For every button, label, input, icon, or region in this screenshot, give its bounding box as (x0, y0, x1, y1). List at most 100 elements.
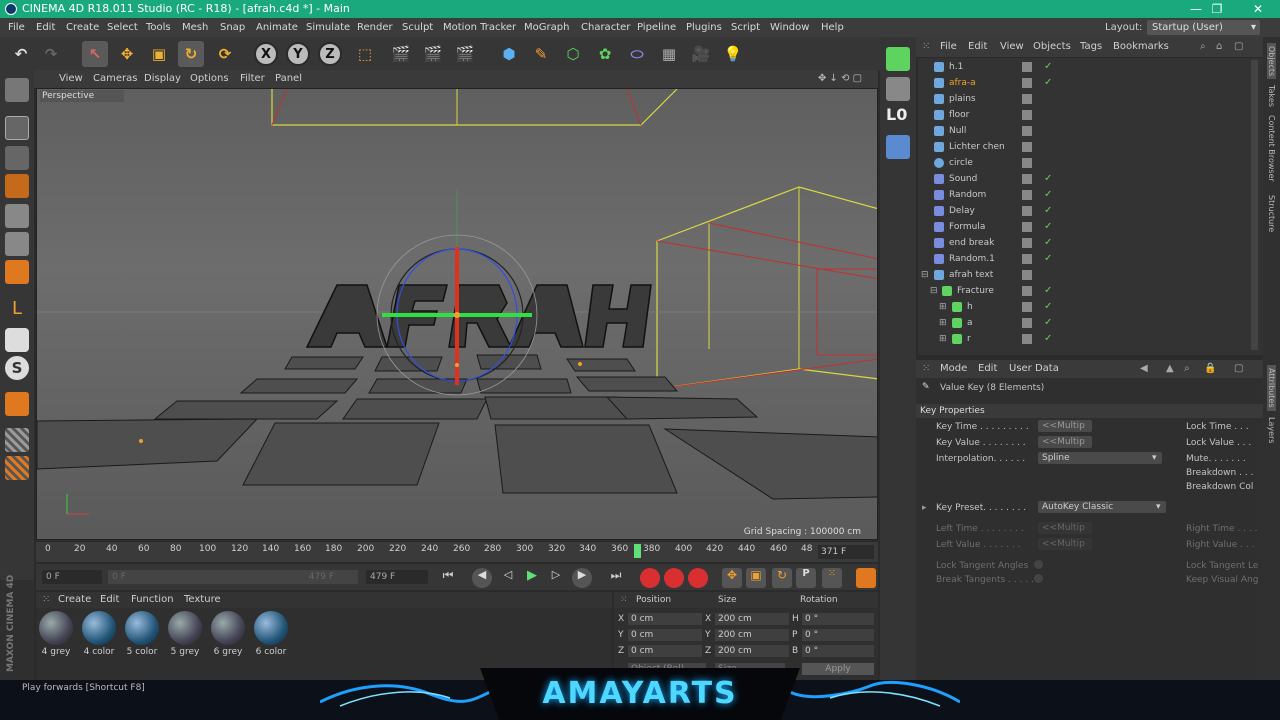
visibility-tag-icon[interactable] (1022, 222, 1032, 232)
visibility-tag-icon[interactable] (1022, 206, 1032, 216)
left-time-field[interactable]: <<Multip (1038, 522, 1092, 534)
record-position-icon[interactable]: ✥ (722, 568, 742, 588)
search-icon[interactable]: ⌕ (1184, 360, 1190, 378)
record-active-objects-icon[interactable] (640, 568, 660, 588)
object-menu-view[interactable]: View (1000, 37, 1024, 57)
enabled-check-icon[interactable]: ✓ (1044, 331, 1052, 347)
object-row[interactable]: end break ✓ (918, 235, 1248, 251)
key-properties-section[interactable]: Key Properties (916, 404, 1263, 418)
expand-icon[interactable]: ⊞ (939, 331, 947, 347)
expand-icon[interactable]: ⊞ (939, 315, 947, 331)
key-value-field[interactable]: <<Multip (1038, 436, 1092, 448)
enabled-check-icon[interactable]: ✓ (1044, 315, 1052, 331)
layout-select[interactable]: Startup (User) (1147, 20, 1260, 35)
object-row[interactable]: afra-a ✓ (918, 75, 1248, 91)
go-to-end-icon[interactable]: ⏭ (606, 568, 626, 588)
visibility-tag-icon[interactable] (1022, 334, 1032, 344)
visibility-tag-icon[interactable] (1022, 254, 1032, 264)
cube-icon[interactable]: ⬢ (496, 41, 522, 67)
pen-icon[interactable]: ✎ (528, 41, 554, 67)
visibility-tag-icon[interactable] (1022, 238, 1032, 248)
material-swatch[interactable]: 6 grey (208, 611, 248, 661)
object-menu-tags[interactable]: Tags (1080, 37, 1102, 57)
collapse-icon[interactable]: ⊟ (930, 283, 938, 299)
rotation-p-field[interactable]: 0 ° (802, 629, 874, 641)
object-menu-bookmarks[interactable]: Bookmarks (1113, 37, 1169, 57)
viewport-menu-options[interactable]: Options (190, 70, 229, 88)
object-row[interactable]: ⊟ afrah text (918, 267, 1248, 283)
enabled-check-icon[interactable]: ✓ (1044, 283, 1052, 299)
panel-grip-icon[interactable]: ⁙ (922, 360, 930, 378)
record-point-level-icon[interactable]: ⁙ (822, 568, 842, 588)
back-arrow-icon[interactable]: ◀ (1140, 360, 1148, 378)
record-scale-icon[interactable]: ▣ (746, 568, 766, 588)
menu-select[interactable]: Select (107, 18, 138, 37)
size-y-field[interactable]: 200 cm (715, 629, 789, 641)
search-icon[interactable]: ⌕ (1200, 37, 1206, 57)
model-mode-icon[interactable] (5, 116, 29, 140)
visibility-tag-icon[interactable] (1022, 94, 1032, 104)
menu-create[interactable]: Create (66, 18, 99, 37)
viewport-nav-move-icon[interactable]: ✥ ↓ ⟲ ▢ (818, 70, 862, 88)
tab-content-browser[interactable]: Content Browser (1267, 115, 1276, 182)
enabled-check-icon[interactable]: ✓ (1044, 299, 1052, 315)
viewport-menu-panel[interactable]: Panel (275, 70, 302, 88)
layer-lo-icon[interactable]: L0 (886, 105, 910, 129)
y-axis-button[interactable]: Y (286, 42, 310, 66)
viewport-menu-view[interactable]: View (59, 70, 83, 88)
workplane-mode-icon[interactable] (5, 174, 29, 198)
visibility-tag-icon[interactable] (1022, 190, 1032, 200)
interpolation-select[interactable]: Spline (1038, 452, 1162, 464)
frame-range-slider[interactable]: 0 F 479 F (108, 570, 358, 584)
size-x-field[interactable]: 200 cm (715, 613, 789, 625)
menu-mesh[interactable]: Mesh (182, 18, 208, 37)
new-window-icon[interactable]: ▢ (1234, 37, 1243, 57)
menu-plugins[interactable]: Plugins (686, 18, 722, 37)
recent-tools-icon[interactable]: ⟳ (212, 41, 238, 67)
scale-icon[interactable]: ▣ (146, 41, 172, 67)
enabled-check-icon[interactable]: ✓ (1044, 59, 1052, 75)
menu-motion-tracker[interactable]: Motion Tracker (443, 18, 516, 37)
render-picture-viewer-icon[interactable]: 🎬 (420, 41, 446, 67)
material-swatch[interactable]: 4 grey (36, 611, 76, 661)
visibility-tag-icon[interactable] (1022, 142, 1032, 152)
menu-mograph[interactable]: MoGraph (524, 18, 569, 37)
key-preset-select[interactable]: AutoKey Classic (1038, 501, 1166, 513)
object-row[interactable]: Sound ✓ (918, 171, 1248, 187)
menu-animate[interactable]: Animate (256, 18, 298, 37)
record-rotation-icon[interactable]: ↻ (772, 568, 792, 588)
live-selection-icon[interactable]: ↖ (82, 41, 108, 67)
object-row[interactable]: ⊞ r ✓ (918, 331, 1248, 347)
locked-workplane-icon[interactable] (5, 456, 29, 480)
object-row[interactable]: plains (918, 91, 1248, 107)
undo-icon[interactable]: ↶ (8, 41, 34, 67)
points-mode-icon[interactable] (5, 204, 29, 228)
enabled-check-icon[interactable]: ✓ (1044, 203, 1052, 219)
timeline-window-icon[interactable] (856, 568, 876, 588)
close-button[interactable]: ✕ (1238, 0, 1278, 18)
floor-icon[interactable]: ▦ (656, 41, 682, 67)
animate-layout-icon[interactable] (886, 77, 910, 101)
current-frame-field[interactable]: 371 F (818, 545, 874, 559)
make-editable-icon[interactable] (5, 78, 29, 102)
menu-simulate[interactable]: Simulate (306, 18, 350, 37)
size-z-field[interactable]: 200 cm (715, 645, 789, 657)
edges-mode-icon[interactable] (5, 232, 29, 256)
object-row[interactable]: Random ✓ (918, 187, 1248, 203)
redo-icon[interactable]: ↷ (38, 41, 64, 67)
autokeying-icon[interactable] (664, 568, 684, 588)
next-frame-icon[interactable]: ▷ (546, 568, 566, 588)
key-time-field[interactable]: <<Multip (1038, 420, 1092, 432)
object-row[interactable]: ⊞ a ✓ (918, 315, 1248, 331)
viewport-layout-icon[interactable] (886, 135, 910, 159)
texture-mode-icon[interactable] (5, 146, 29, 170)
new-window-icon[interactable]: ▢ (1234, 360, 1243, 378)
tab-objects[interactable]: Objects (1267, 43, 1276, 80)
visibility-tag-icon[interactable] (1022, 110, 1032, 120)
play-forwards-icon[interactable]: ▶ (522, 568, 542, 588)
coordinate-system-icon[interactable]: ⬚ (352, 41, 378, 67)
render-settings-icon[interactable]: 🎬 (452, 41, 478, 67)
enabled-check-icon[interactable]: ✓ (1044, 235, 1052, 251)
material-swatch[interactable]: 5 grey (165, 611, 205, 661)
object-row[interactable]: Null (918, 123, 1248, 139)
